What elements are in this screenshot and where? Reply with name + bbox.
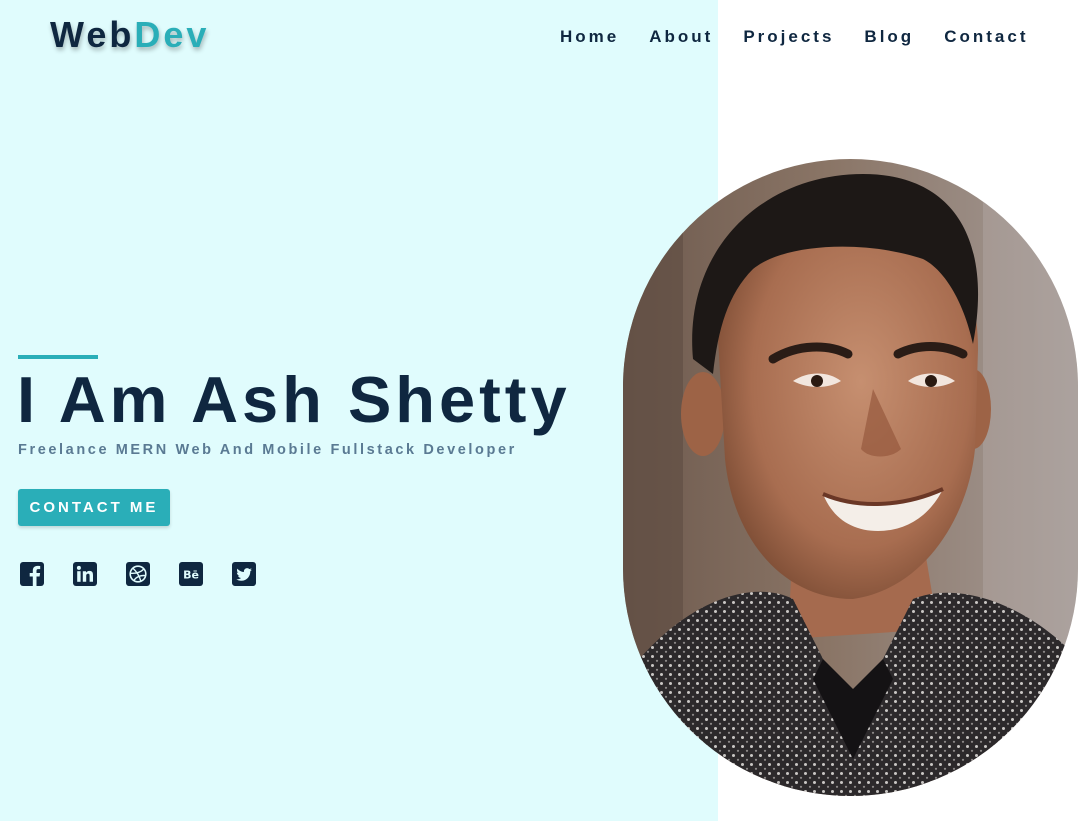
nav-about[interactable]: About <box>649 27 713 47</box>
nav-home[interactable]: Home <box>560 27 619 47</box>
facebook-icon[interactable] <box>19 561 45 587</box>
behance-icon[interactable]: Bē <box>178 561 204 587</box>
dribbble-icon[interactable] <box>125 561 151 587</box>
nav-projects[interactable]: Projects <box>743 27 834 47</box>
logo-text-dev: Dev <box>134 14 210 55</box>
contact-me-button[interactable]: CONTACT ME <box>18 489 170 526</box>
profile-photo <box>623 159 1078 796</box>
nav-contact[interactable]: Contact <box>944 27 1028 47</box>
social-links: Bē <box>19 561 257 587</box>
nav-blog[interactable]: Blog <box>864 27 914 47</box>
svg-text:Bē: Bē <box>183 569 199 582</box>
twitter-icon[interactable] <box>231 561 257 587</box>
title-accent-line <box>18 355 98 359</box>
linkedin-icon[interactable] <box>72 561 98 587</box>
logo-text-web: Web <box>50 14 135 55</box>
site-logo[interactable]: WebDev <box>50 14 209 56</box>
hero-title: I Am Ash Shetty <box>17 363 571 436</box>
hero-subtitle: Freelance MERN Web And Mobile Fullstack … <box>18 442 517 458</box>
main-nav: Home About Projects Blog Contact <box>560 27 1028 47</box>
